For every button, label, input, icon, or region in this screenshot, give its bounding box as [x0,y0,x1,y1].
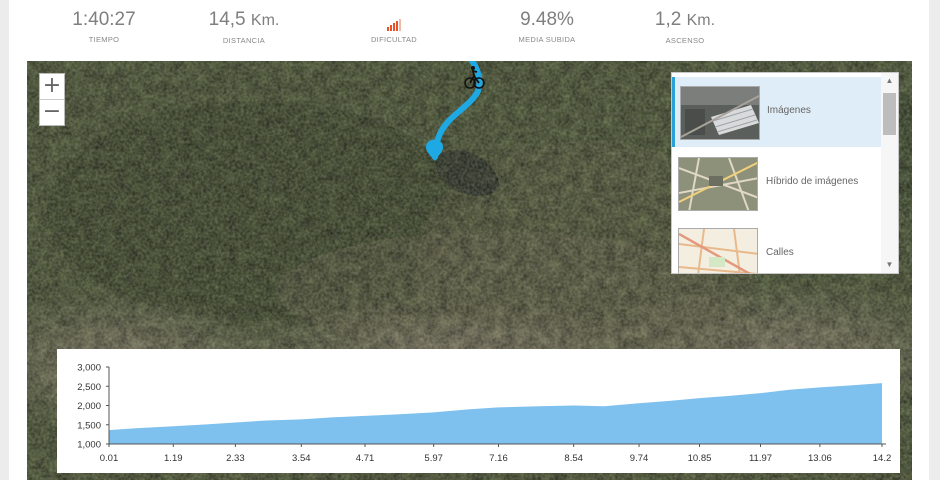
gallery-scrollbar[interactable]: ▲ ▼ [881,73,898,273]
y-tick-label: 1,500 [77,420,101,431]
x-tick-label: 1.19 [164,453,183,464]
route-panel: 1:40:27 TIEMPO 14,5 Km. DISTANCIA DIFICU… [9,0,929,480]
basemap-item-hybrid-label: Híbrido de imágenes [766,176,859,187]
stat-time-value: 1:40:27 [72,9,136,30]
stat-distance-unit: Km. [250,12,280,29]
y-tick-label: 3,000 [77,363,101,374]
x-tick-label: 7.16 [489,453,508,464]
stat-ascent-label: ASCENSO [665,36,705,45]
x-tick-label: 2.33 [226,453,245,464]
difficulty-bar [390,25,392,31]
x-tick-label: 14.2 [873,453,892,464]
scroll-up-arrow-icon[interactable]: ▲ [881,73,898,89]
x-tick-label: 13.06 [808,453,832,464]
difficulty-bars-icon [329,8,459,32]
stat-time: 1:40:27 TIEMPO [39,8,169,44]
x-tick-label: 9.74 [630,453,649,464]
stat-ascent-unit: Km. [686,12,716,29]
stat-avg-grade-label: MEDIA SUBIDA [518,35,576,44]
map-view[interactable]: + − Imágenes Híbrido de imágenes Calles … [27,61,912,480]
stat-distance-label: DISTANCIA [222,36,266,45]
stat-avg-grade: 9.48% MEDIA SUBIDA [482,8,612,44]
zoom-control: + − [39,73,65,126]
hybrid-thumbnail [678,157,758,211]
stat-time-label: TIEMPO [88,35,120,44]
difficulty-bar [399,19,401,31]
zoom-out-button[interactable]: − [40,99,64,125]
x-tick-label: 11.97 [749,453,772,464]
y-tick-label: 1,000 [77,440,101,451]
difficulty-bar [396,21,398,31]
stat-distance-value: 14,5 [208,9,246,30]
x-tick-label: 5.97 [424,453,443,464]
stat-ascent-value-wrap: 1,2 Km. [620,8,750,33]
basemap-item-imagery[interactable]: Imágenes [672,77,881,147]
elevation-profile-chart: 1,000 1,500 2,000 2,500 3,000 0.01 1.19 2.33 3.5… [57,349,900,473]
elevation-chart-svg: 1,000 1,500 2,000 2,500 3,000 0.01 1.19 2.33 3.5… [77,363,892,465]
basemap-item-streets[interactable]: Calles [672,219,881,273]
x-tick-label: 8.54 [564,453,583,464]
x-tick-label: 10.85 [688,453,712,464]
stat-difficulty-label: DIFICULTAD [370,35,418,44]
y-tick-label: 2,000 [77,401,101,412]
stat-distance: 14,5 Km. DISTANCIA [179,8,309,45]
stat-ascent: 1,2 Km. ASCENSO [620,8,750,45]
basemap-gallery: Imágenes Híbrido de imágenes Calles ▲ ▼ [671,72,899,274]
basemap-item-hybrid[interactable]: Híbrido de imágenes [672,148,881,218]
stat-distance-value-wrap: 14,5 Km. [179,8,309,33]
x-tick-label: 4.71 [356,453,375,464]
difficulty-bar [393,23,395,31]
zoom-in-button[interactable]: + [40,74,64,99]
difficulty-bar [387,27,389,31]
scrollbar-thumb[interactable] [883,93,896,135]
basemap-item-imagery-label: Imágenes [767,105,811,116]
stat-avg-grade-value: 9.48% [520,9,574,30]
scroll-down-arrow-icon[interactable]: ▼ [881,257,898,273]
y-tick-label: 2,500 [77,382,101,393]
elevation-area [109,383,882,444]
stat-difficulty: DIFICULTAD [329,8,459,44]
x-tick-label: 3.54 [292,453,311,464]
x-tick-label: 0.01 [100,453,119,464]
basemap-item-streets-label: Calles [766,247,794,258]
stat-ascent-value: 1,2 [654,9,682,30]
imagery-thumbnail [680,86,760,140]
streets-thumbnail [678,228,758,273]
